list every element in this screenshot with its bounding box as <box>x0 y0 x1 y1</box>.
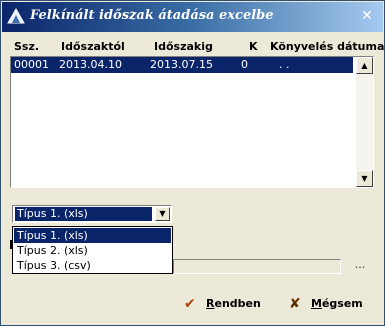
app-logo-icon <box>7 7 25 24</box>
dropdown-option-type-1[interactable]: Típus 1. (xls) <box>14 228 171 243</box>
checkmark-icon: ✔ <box>184 296 196 312</box>
cell-booking-date: . . <box>279 58 290 71</box>
cancel-button[interactable]: ✘ Mégsem <box>289 293 369 315</box>
cell-from: 2013.04.10 <box>59 58 122 71</box>
cell-ssz: 00001 <box>14 58 49 71</box>
close-button[interactable]: ✕ <box>359 8 375 24</box>
title-bar[interactable]: Felkínált időszak átadása excelbe ✕ <box>2 2 383 32</box>
table-header: Ssz. Időszaktól Időszakig K Könyvelés dá… <box>10 38 384 55</box>
ok-button-label: Rendben <box>206 297 261 310</box>
period-table: Ssz. Időszaktól Időszakig K Könyvelés dá… <box>10 38 384 188</box>
table-body: 00001 2013.04.10 2013.07.15 0 . . ▲ ▼ <box>10 56 374 188</box>
ok-button[interactable]: ✔ Rendben <box>184 293 264 315</box>
vertical-scrollbar[interactable]: ▲ ▼ <box>356 57 373 187</box>
export-type-selected-value[interactable]: Típus 1. (xls) <box>15 207 152 221</box>
dropdown-option-type-2[interactable]: Típus 2. (xls) <box>14 243 171 258</box>
dialog-window: Felkínált időszak átadása excelbe ✕ Ssz.… <box>0 0 385 326</box>
cell-k: 0 <box>241 58 248 71</box>
window-title: Felkínált időszak átadása excelbe <box>30 8 274 23</box>
export-type-select[interactable]: Típus 1. (xls) ▼ <box>12 205 172 223</box>
dropdown-option-type-3[interactable]: Típus 3. (csv) <box>14 258 171 273</box>
output-path-field[interactable] <box>173 259 341 274</box>
column-header-from[interactable]: Időszaktól <box>61 40 125 53</box>
chevron-down-icon[interactable]: ▼ <box>155 207 170 221</box>
scroll-down-button[interactable]: ▼ <box>356 170 373 187</box>
cancel-button-label: Mégsem <box>311 297 363 310</box>
column-header-ssz[interactable]: Ssz. <box>14 40 39 53</box>
export-type-dropdown-list[interactable]: Típus 1. (xls) Típus 2. (xls) Típus 3. (… <box>12 226 173 274</box>
scroll-up-button[interactable]: ▲ <box>356 57 373 74</box>
table-row[interactable]: 00001 2013.04.10 2013.07.15 0 . . <box>11 57 353 73</box>
x-icon: ✘ <box>289 296 301 312</box>
column-header-to[interactable]: Időszakig <box>154 40 213 53</box>
column-header-k[interactable]: K <box>249 40 258 53</box>
cell-to: 2013.07.15 <box>150 58 213 71</box>
browse-button[interactable]: ... <box>351 259 369 272</box>
column-header-booking-date[interactable]: Könyvelés dátuma <box>270 40 384 53</box>
